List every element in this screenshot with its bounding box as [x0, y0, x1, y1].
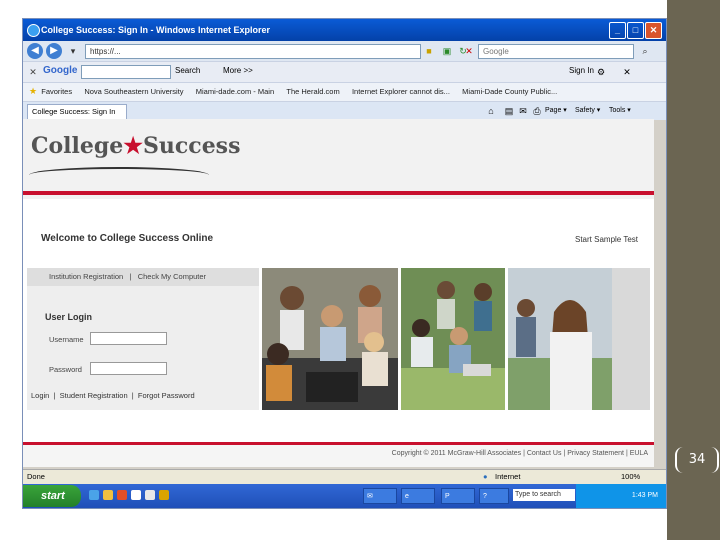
logo-star-icon: ★ [123, 133, 144, 159]
institution-registration-link[interactable]: Institution Registration [49, 272, 123, 281]
start-button[interactable]: start [23, 485, 81, 507]
password-label: Password [49, 365, 82, 374]
students-outdoor-photo [401, 268, 505, 410]
google-search-field[interactable] [81, 65, 171, 79]
students-laptop-photo [262, 268, 398, 410]
favorites-star-icon[interactable]: ★ [27, 85, 39, 97]
favorite-item[interactable]: Nova Southeastern University [84, 83, 183, 101]
student-registration-link[interactable]: Student Registration [60, 391, 128, 400]
quicklaunch-calc-icon[interactable] [145, 490, 155, 500]
taskbar-item-app[interactable]: ? [479, 488, 509, 504]
quicklaunch-app2-icon[interactable] [159, 490, 169, 500]
google-logo: Google [43, 65, 78, 76]
tab-college-success[interactable]: College Success: Sign In [27, 104, 127, 120]
taskbar-search-input[interactable]: Type to search [513, 489, 575, 501]
tools-menu[interactable]: Tools ▾ [609, 106, 631, 114]
site-footer: Copyright © 2011 McGraw-Hill Associates … [23, 445, 654, 467]
clock: 1:43 PM [631, 492, 658, 499]
window-titlebar: College Success: Sign In - Windows Inter… [23, 19, 666, 41]
smiling-student-photo [508, 268, 612, 410]
taskbar-item-powerpoint[interactable]: P [441, 488, 475, 504]
page-content: College★Success Welcome to College Succe… [23, 119, 654, 467]
password-field[interactable] [90, 362, 167, 375]
quicklaunch-folder-icon[interactable] [103, 490, 113, 500]
logo-swoosh [29, 167, 209, 183]
start-sample-test-link[interactable]: Start Sample Test [575, 235, 638, 244]
url-field[interactable]: https://... [85, 44, 421, 59]
username-field[interactable] [90, 332, 167, 345]
google-toolbar: ✕ Google Search More >> Sign In ⚙ ✕ [23, 61, 666, 82]
wrench-icon[interactable]: ⚙ [595, 66, 607, 78]
windows-taskbar: start ✉ e P ? Type to search 1:43 PM [23, 484, 666, 508]
zoom-level[interactable]: 100% [621, 470, 640, 484]
username-label: Username [49, 335, 84, 344]
lock-icon[interactable]: ■ [423, 45, 435, 57]
logo-text-left: College [31, 133, 124, 159]
browser-window: College Success: Sign In - Windows Inter… [22, 18, 667, 509]
taskbar-item-ie[interactable]: e [401, 488, 435, 504]
mail-icon[interactable]: ✉ [517, 105, 529, 117]
forgot-password-link[interactable]: Forgot Password [138, 391, 195, 400]
photo-strip-edge [612, 268, 650, 410]
favorite-item[interactable]: The Herald.com [286, 83, 339, 101]
quicklaunch-app-icon[interactable] [117, 490, 127, 500]
forward-icon[interactable]: ▶ [46, 43, 62, 59]
system-tray: 1:43 PM [576, 484, 666, 508]
close-button[interactable]: ✕ [645, 22, 662, 39]
more-button[interactable]: More >> [223, 66, 253, 75]
status-bar: Done ● Internet 100% [23, 469, 666, 484]
login-link[interactable]: Login [31, 391, 49, 400]
favorite-item[interactable]: Miami-Dade County Public... [462, 83, 557, 101]
favorite-item[interactable]: Miami-dade.com - Main [196, 83, 274, 101]
tab-bar: College Success: Sign In ⌂ ▤ ✉ ⎙ Page ▾ … [23, 101, 666, 120]
favorite-item[interactable]: Internet Explorer cannot dis... [352, 83, 450, 101]
history-dropdown-icon[interactable]: ▾ [67, 45, 79, 57]
stop-icon[interactable]: ✕ [463, 45, 475, 57]
check-my-computer-link[interactable]: Check My Computer [138, 272, 206, 281]
close-toolbar-icon[interactable]: ✕ [27, 66, 39, 78]
link-separator: | [53, 391, 56, 400]
compatibility-icon[interactable]: ▣ [441, 45, 453, 57]
close-icon[interactable]: ✕ [621, 66, 633, 78]
user-login-title: User Login [45, 312, 93, 322]
safety-menu[interactable]: Safety ▾ [575, 106, 600, 114]
favorite-item[interactable]: Favorites [41, 83, 72, 101]
page-menu[interactable]: Page ▾ [545, 106, 567, 114]
link-separator: | [129, 272, 132, 281]
login-panel: Institution Registration | Check My Comp… [27, 268, 259, 410]
maximize-button[interactable]: □ [627, 22, 644, 39]
search-icon[interactable]: ⌕ [639, 45, 651, 57]
minimize-button[interactable]: _ [609, 22, 626, 39]
window-title: College Success: Sign In - Windows Inter… [41, 25, 270, 35]
quicklaunch-doc-icon[interactable] [131, 490, 141, 500]
globe-icon: ● [483, 472, 488, 481]
print-icon[interactable]: ⎙ [531, 105, 543, 117]
site-header: College★Success [23, 119, 654, 199]
college-success-logo[interactable]: College★Success [31, 133, 240, 159]
security-zone: Internet [495, 472, 521, 481]
address-bar: ◀ ▶ ▾ https://... ■ ▣ ↻ ✕ Google ⌕ [23, 41, 666, 61]
internet-explorer-icon [27, 24, 40, 37]
registration-links: Institution Registration | Check My Comp… [27, 268, 259, 286]
quicklaunch-ie-icon[interactable] [89, 490, 99, 500]
sign-in-link[interactable]: Sign In [569, 66, 594, 75]
google-search-button[interactable]: Search [175, 66, 200, 75]
header-red-line [23, 191, 654, 195]
status-text: Done [27, 472, 45, 481]
search-input[interactable]: Google [478, 44, 634, 59]
link-separator: | [131, 391, 134, 400]
slide-page-number: 34 [675, 447, 719, 473]
login-links: Login | Student Registration | Forgot Pa… [31, 391, 195, 400]
start-label: start [41, 490, 65, 502]
feeds-icon[interactable]: ▤ [503, 105, 515, 117]
taskbar-item-mail[interactable]: ✉ [363, 488, 397, 504]
welcome-heading: Welcome to College Success Online [41, 233, 214, 244]
home-icon[interactable]: ⌂ [485, 105, 497, 117]
back-icon[interactable]: ◀ [27, 43, 43, 59]
logo-text-right: Success [143, 133, 241, 159]
favorites-bar: ★ Favorites Nova Southeastern University… [23, 82, 666, 101]
